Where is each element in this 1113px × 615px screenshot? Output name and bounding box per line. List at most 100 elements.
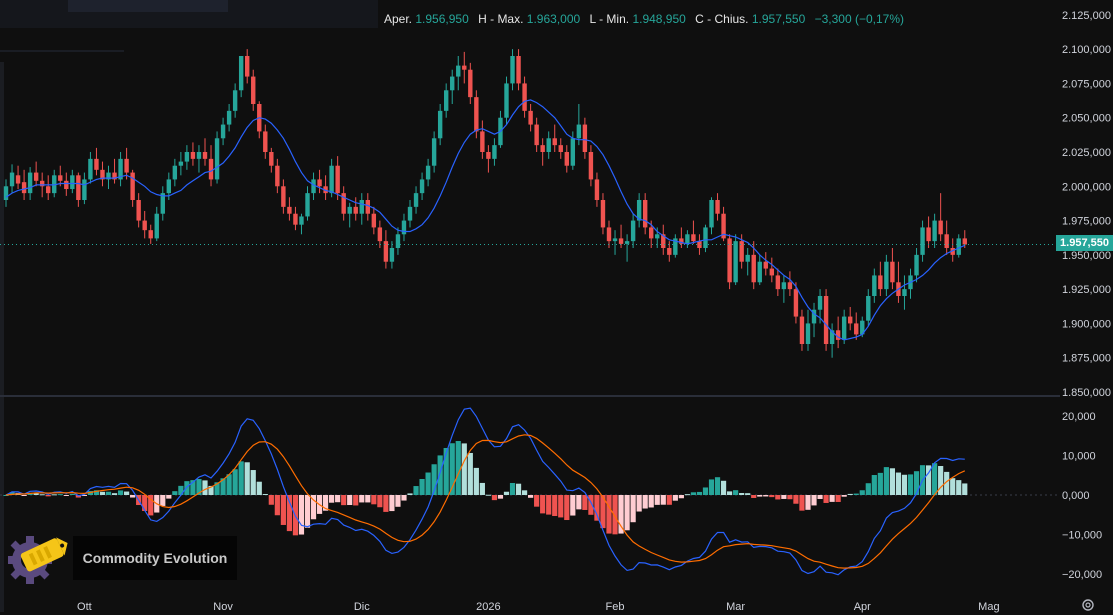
candle-body [769, 268, 775, 276]
macd-histogram-bar [678, 495, 684, 499]
candle-body [823, 296, 829, 344]
candle-body [667, 248, 672, 255]
macd-histogram-bar [859, 490, 865, 495]
time-axis-tick: Dic [354, 601, 370, 613]
macd-histogram-bar [841, 495, 847, 497]
open-label: Aper. [384, 12, 413, 26]
macd-histogram-bar [636, 495, 642, 512]
candle-body [166, 179, 172, 194]
candle-body [154, 213, 159, 239]
macd-histogram-bar [304, 495, 311, 528]
macd-histogram-bar [570, 495, 576, 516]
macd-histogram-bar [889, 468, 896, 495]
candle-body [287, 206, 292, 214]
macd-histogram-bar [521, 490, 528, 495]
candle-body [691, 234, 696, 242]
candle-body [329, 165, 334, 194]
time-axis-tick: Feb [606, 601, 625, 613]
candle-body [33, 172, 39, 181]
macd-histogram-bar [238, 461, 244, 495]
candle-body [450, 76, 455, 91]
macd-histogram-bar [769, 495, 775, 498]
candle-body [178, 161, 184, 166]
candle-body [46, 186, 51, 194]
candle-body [238, 56, 244, 91]
macd-histogram-bar [666, 495, 672, 505]
macd-histogram-bar [714, 477, 721, 495]
open-value: 1.956,950 [415, 12, 469, 26]
candle-body [226, 110, 232, 125]
macd-axis-tick: −10,000 [1062, 530, 1102, 542]
candle-body [926, 227, 931, 242]
price-axis-tick: 1.900,000 [1062, 318, 1111, 330]
candle-body [486, 152, 491, 159]
macd-histogram-bar [847, 493, 853, 495]
macd-histogram-bar [130, 495, 136, 498]
macd-histogram-bar [39, 494, 45, 496]
price-axis-tick: 2.075,000 [1062, 78, 1111, 90]
macd-histogram-bar [341, 495, 347, 506]
candle-body [799, 316, 805, 344]
candle-body [419, 179, 425, 194]
macd-histogram-bar [389, 495, 395, 512]
price-axis-tick: 2.050,000 [1062, 113, 1111, 125]
candle-body [70, 175, 75, 190]
macd-histogram-bar [877, 472, 883, 495]
macd-histogram-bar [582, 495, 588, 510]
price-axis-tick: 1.850,000 [1062, 387, 1111, 399]
candle-body [775, 275, 781, 290]
candle-body [564, 152, 569, 166]
candle-body [938, 220, 943, 235]
macd-histogram-bar [377, 495, 383, 508]
macd-histogram-bar [702, 487, 709, 495]
macd-histogram-bar [938, 466, 944, 495]
macd-histogram-bar [829, 495, 835, 502]
macd-histogram-bar [298, 495, 305, 535]
macd-histogram-bar [781, 495, 787, 499]
macd-histogram-bar [690, 492, 697, 495]
candle-body [64, 180, 69, 190]
candle-body [425, 165, 431, 180]
macd-histogram-bar [739, 493, 745, 495]
macd-histogram-bar [696, 491, 703, 495]
gear-icon[interactable] [1081, 598, 1095, 612]
candle-body [920, 227, 925, 255]
price-axis-tick: 2.025,000 [1062, 147, 1111, 159]
candle-body [9, 172, 15, 187]
macd-histogram-bar [684, 494, 690, 496]
macd-histogram-bar [823, 495, 829, 503]
time-axis-tick: 2026 [476, 601, 500, 613]
macd-histogram-bar [775, 495, 781, 500]
candle-body [353, 206, 358, 214]
candle-body [88, 158, 93, 180]
macd-histogram-bar [720, 480, 727, 495]
macd-histogram-bar [142, 495, 148, 511]
candle-body [263, 131, 268, 152]
price-chart[interactable]: 2.125,000 2.100,000 2.075,000 2.050,000 2.02… [0, 0, 1113, 614]
candle-body [709, 200, 714, 228]
candle-body [305, 193, 310, 217]
macd-histogram-bar [509, 482, 516, 495]
candle-body [890, 261, 895, 283]
macd-histogram-bar [528, 495, 534, 498]
macd-histogram-bar [871, 475, 877, 495]
candle-body [956, 238, 961, 255]
macd-histogram-bar [184, 481, 190, 495]
macd-histogram-bar [232, 469, 238, 495]
candle-body [365, 200, 370, 214]
candle-body [787, 282, 793, 290]
macd-histogram-bar [763, 495, 769, 497]
macd-histogram-bar [473, 467, 479, 495]
candle-body [540, 145, 545, 152]
macd-histogram-bar [202, 480, 208, 495]
macd-histogram-bar [250, 470, 256, 495]
macd-histogram-bar [835, 495, 841, 502]
macd-histogram-bar [160, 495, 166, 506]
candle-body [751, 254, 756, 283]
candle-body [504, 83, 509, 118]
macd-histogram-bar [540, 495, 546, 514]
macd-histogram-bar [805, 495, 811, 510]
candle-body [588, 152, 594, 180]
macd-histogram-bar [105, 491, 112, 495]
candle-body [21, 182, 27, 194]
